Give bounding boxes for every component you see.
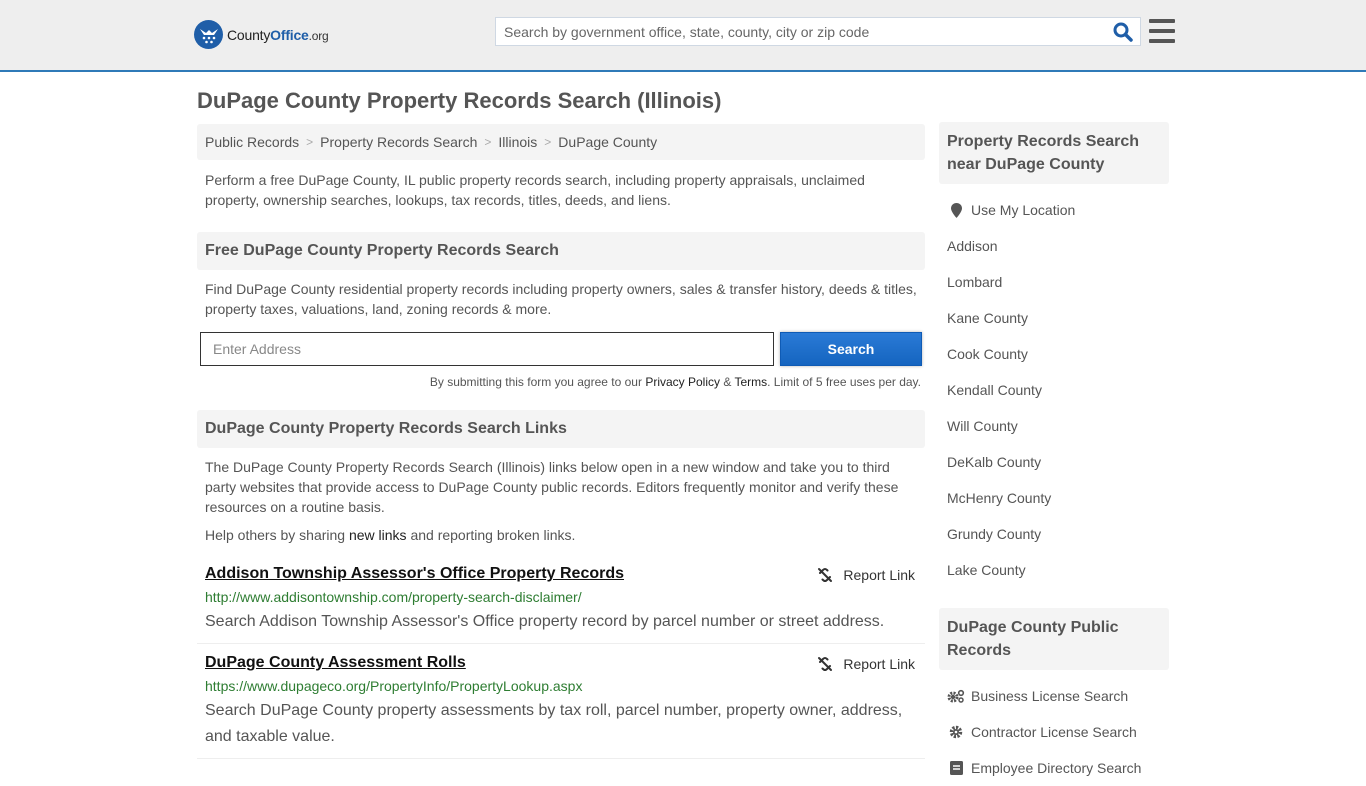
public-record-item: Contractor License Search: [947, 714, 1169, 750]
site-search: [495, 17, 1141, 46]
report-link-button[interactable]: Report Link: [817, 656, 915, 672]
nearby-link-addison[interactable]: Addison: [947, 238, 998, 254]
gear-icon: [947, 725, 965, 739]
nearby-link-mchenry-county[interactable]: McHenry County: [947, 490, 1051, 506]
broken-link-icon: [818, 568, 833, 582]
nearby-link-will-county[interactable]: Will County: [947, 418, 1018, 434]
nearby-item: Will County: [947, 408, 1169, 444]
help-suffix: and reporting broken links.: [406, 527, 576, 543]
resource-link-url: http://www.addisontownship.com/property-…: [205, 589, 582, 605]
public-records-heading: DuPage County Public Records: [939, 608, 1169, 670]
nearby-link-lombard[interactable]: Lombard: [947, 274, 1002, 290]
nearby-item: Grundy County: [947, 516, 1169, 552]
use-my-location-item: Use My Location: [947, 192, 1169, 228]
logo-tld: .org: [308, 28, 329, 43]
address-search-form: Search: [197, 332, 925, 366]
address-input[interactable]: [200, 332, 774, 366]
hamburger-menu-icon[interactable]: [1149, 19, 1175, 43]
privacy-policy-link[interactable]: Privacy Policy: [645, 375, 720, 389]
public-record-item: Business License Search: [947, 678, 1169, 714]
help-prefix: Help others by sharing: [205, 527, 349, 543]
search-button[interactable]: [1106, 18, 1140, 45]
employee-directory-search-link[interactable]: Employee Directory Search: [971, 760, 1141, 776]
disclaimer-prefix: By submitting this form you agree to our: [429, 375, 646, 389]
report-link-label: Report Link: [843, 656, 915, 672]
logo-name-bold: Office: [270, 26, 309, 43]
breadcrumb-property-records-search[interactable]: Property Records Search: [320, 134, 477, 150]
terms-link[interactable]: Terms: [734, 375, 767, 389]
form-disclaimer: By submitting this form you agree to our…: [197, 375, 925, 389]
nearby-item: McHenry County: [947, 480, 1169, 516]
logo-text: CountyOffice.org: [227, 27, 329, 43]
nearby-link-kane-county[interactable]: Kane County: [947, 310, 1028, 326]
report-link-label: Report Link: [843, 567, 915, 583]
eagle-logo-icon: [194, 20, 223, 49]
nearby-item: Kendall County: [947, 372, 1169, 408]
breadcrumb-public-records[interactable]: Public Records: [205, 134, 299, 150]
nearby-item: Cook County: [947, 336, 1169, 372]
disclaimer-suffix: . Limit of 5 free uses per day.: [767, 375, 921, 389]
logo-name: County: [227, 26, 271, 43]
free-search-heading: Free DuPage County Property Records Sear…: [197, 232, 925, 270]
use-my-location-link[interactable]: Use My Location: [971, 202, 1075, 218]
breadcrumb-separator-icon: >: [544, 135, 552, 149]
disclaimer-amp: &: [720, 375, 735, 389]
resource-link-url: https://www.dupageco.org/PropertyInfo/Pr…: [205, 678, 583, 694]
breadcrumb-separator-icon: >: [306, 135, 314, 149]
nearby-item: Kane County: [947, 300, 1169, 336]
resource-link-title[interactable]: Addison Township Assessor's Office Prope…: [205, 565, 624, 582]
nearby-link-lake-county[interactable]: Lake County: [947, 562, 1026, 578]
breadcrumb-separator-icon: >: [484, 135, 492, 149]
nearby-item: DeKalb County: [947, 444, 1169, 480]
nearby-item: Lombard: [947, 264, 1169, 300]
links-section-text: The DuPage County Property Records Searc…: [205, 459, 899, 515]
public-records-list: Business License Search Contractor Licen…: [939, 678, 1169, 786]
resource-link-item: Addison Township Assessor's Office Prope…: [197, 565, 925, 644]
map-marker-icon: [947, 202, 965, 218]
nearby-item: Lake County: [947, 552, 1169, 588]
links-section-heading: DuPage County Property Records Search Li…: [197, 410, 925, 448]
sidebar: Property Records Search near DuPage Coun…: [939, 122, 1169, 786]
main-content: Public Records > Property Records Search…: [197, 124, 925, 759]
site-header: CountyOffice.org: [0, 0, 1366, 72]
breadcrumb: Public Records > Property Records Search…: [197, 124, 925, 160]
business-license-search-link[interactable]: Business License Search: [971, 688, 1128, 704]
address-search-button[interactable]: Search: [780, 332, 922, 366]
breadcrumb-illinois[interactable]: Illinois: [498, 134, 537, 150]
address-book-icon: [947, 761, 965, 775]
broken-link-icon: [818, 657, 833, 671]
site-search-input[interactable]: [496, 18, 1106, 45]
report-link-button[interactable]: Report Link: [817, 567, 915, 583]
search-icon: [1113, 22, 1133, 42]
nearby-link-dekalb-county[interactable]: DeKalb County: [947, 454, 1041, 470]
nearby-heading: Property Records Search near DuPage Coun…: [939, 122, 1169, 184]
gears-icon: [947, 689, 965, 703]
nearby-link-kendall-county[interactable]: Kendall County: [947, 382, 1042, 398]
free-search-text: Find DuPage County residential property …: [205, 281, 917, 317]
nearby-item: Addison: [947, 228, 1169, 264]
intro-text: Perform a free DuPage County, IL public …: [205, 172, 865, 208]
new-links-link[interactable]: new links: [349, 527, 407, 543]
resource-link-description: Search DuPage County property assessment…: [205, 702, 903, 745]
breadcrumb-dupage-county[interactable]: DuPage County: [558, 134, 657, 150]
help-text: Help others by sharing new links and rep…: [197, 527, 925, 543]
nearby-link-cook-county[interactable]: Cook County: [947, 346, 1028, 362]
contractor-license-search-link[interactable]: Contractor License Search: [971, 724, 1137, 740]
public-record-item: Employee Directory Search: [947, 750, 1169, 786]
page-title: DuPage County Property Records Search (I…: [197, 88, 722, 113]
nearby-link-grundy-county[interactable]: Grundy County: [947, 526, 1041, 542]
resource-link-description: Search Addison Township Assessor's Offic…: [205, 613, 885, 630]
resource-link-title[interactable]: DuPage County Assessment Rolls: [205, 654, 466, 671]
site-logo[interactable]: CountyOffice.org: [194, 20, 329, 49]
nearby-list: Use My Location Addison Lombard Kane Cou…: [939, 192, 1169, 588]
resource-link-item: DuPage County Assessment Rolls Report Li…: [197, 644, 925, 759]
